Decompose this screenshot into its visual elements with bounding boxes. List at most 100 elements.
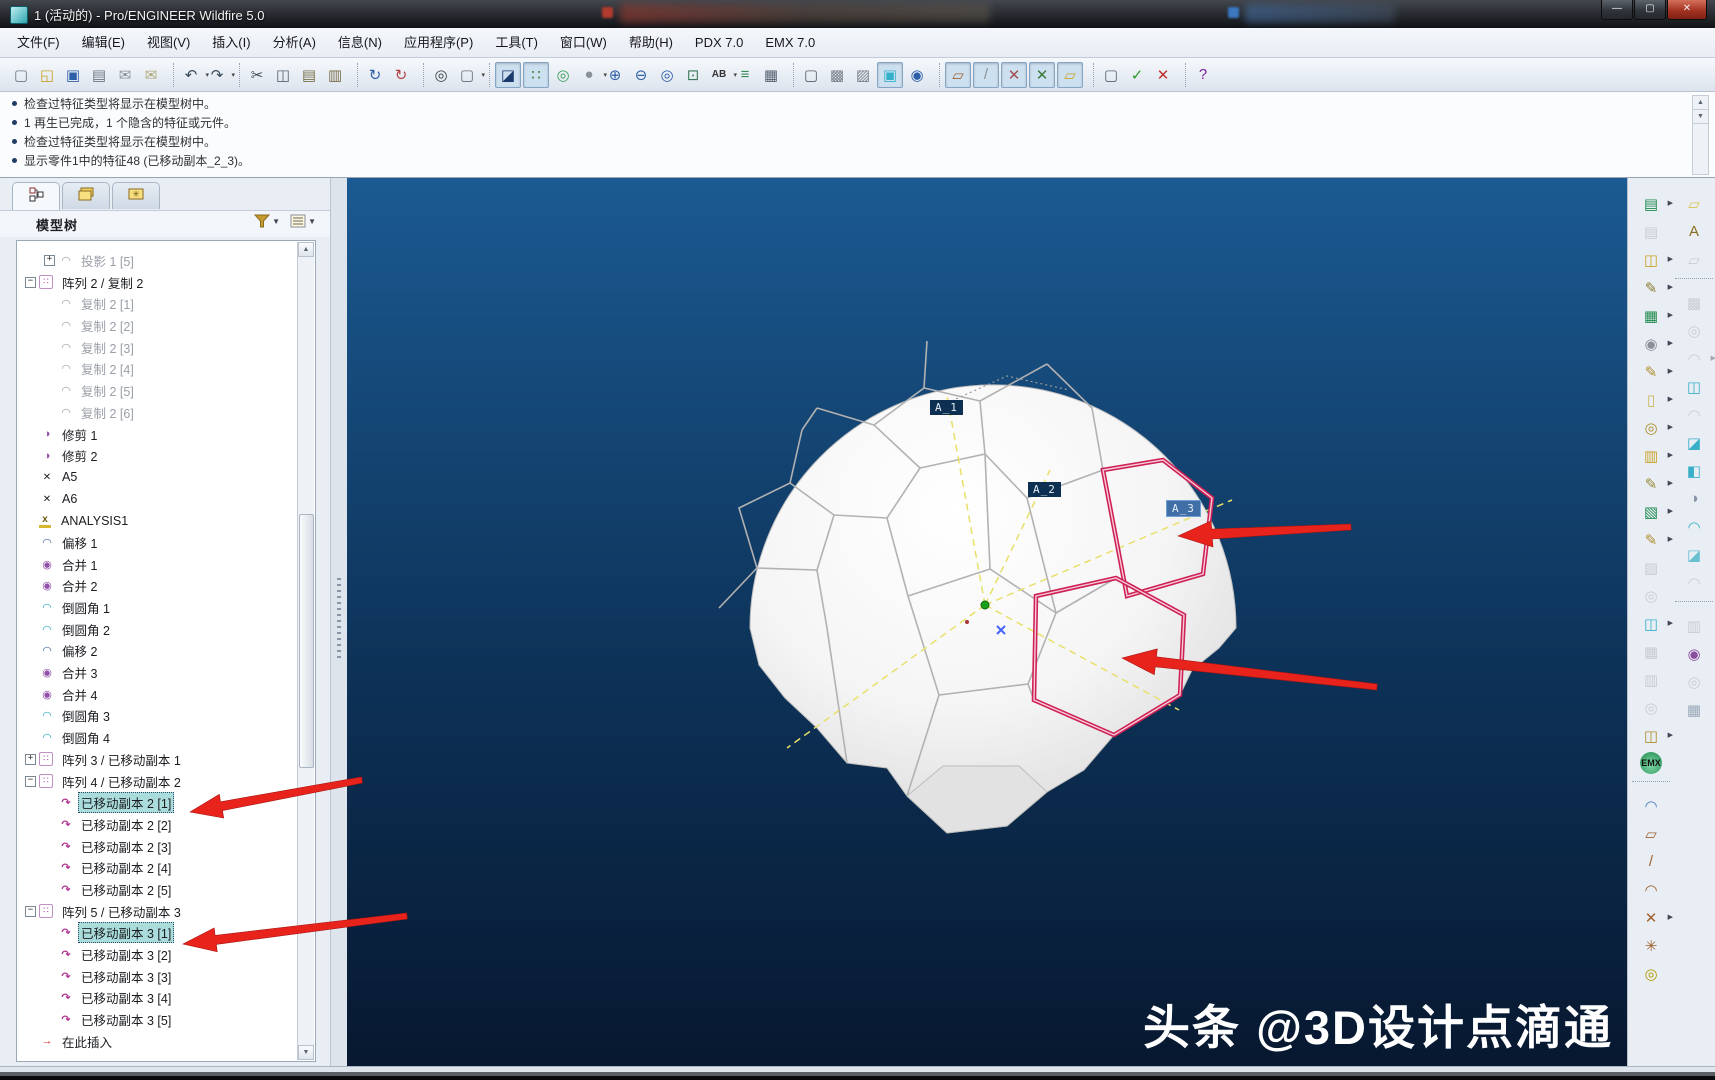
menu-item-帮助h[interactable]: 帮助(H) — [618, 28, 684, 58]
tree-item-修剪-1[interactable]: ◑修剪 1 — [17, 423, 297, 445]
datum-graph-icon[interactable]: ∷ — [523, 62, 549, 88]
annotation-display-icon[interactable]: ▱ — [1057, 62, 1083, 88]
round-tool-icon[interactable]: ◠ — [1682, 403, 1706, 426]
tree-item-已移动副本-3-3-[interactable]: ↷已移动副本 3 [3] — [17, 965, 297, 987]
layers-icon[interactable]: ≡ — [733, 63, 757, 87]
tree-item-修剪-2[interactable]: ◑修剪 2 — [17, 445, 297, 467]
menu-item-pdx70[interactable]: PDX 7.0 — [684, 28, 754, 58]
minimize-button[interactable]: — — [1601, 0, 1633, 20]
inspect-tool-icon[interactable]: ◎ — [1639, 584, 1663, 607]
split-tool-icon[interactable]: ▥ — [1682, 614, 1706, 637]
close-button[interactable]: ✕ — [1667, 0, 1707, 20]
tree-item-复制-2-5-[interactable]: ◠复制 2 [5] — [17, 380, 297, 402]
detail-tool-icon[interactable]: ✎▶ — [1639, 528, 1663, 551]
close-window-icon[interactable]: ✕ — [1151, 63, 1175, 87]
no-hidden-icon[interactable]: ▨ — [851, 63, 875, 87]
machine-tool-icon[interactable]: ▨ — [1639, 556, 1663, 579]
extrude-tool-icon[interactable]: ▩ — [1682, 291, 1706, 314]
merge-tool-icon[interactable]: ◉ — [1682, 642, 1706, 665]
tree-scrollbar[interactable]: ▲ ▼ — [297, 242, 314, 1060]
paste-icon[interactable]: ▤ — [297, 63, 321, 87]
context-help-icon[interactable]: ? — [1191, 63, 1215, 87]
tree-item-在此插入[interactable]: →在此插入 — [17, 1030, 297, 1052]
saved-views-icon[interactable]: AB▾ — [707, 63, 731, 87]
datum-planes-tool-icon[interactable]: ▱ — [1682, 248, 1706, 271]
expand-icon[interactable]: + — [44, 255, 55, 266]
datum-curve-tool-icon[interactable]: ◠ — [1639, 878, 1663, 901]
graphics-viewport[interactable]: A_1 A_2 A_3 头条 @3D设计点滴通 — [347, 178, 1627, 1066]
maximize-button[interactable]: ▢ — [1634, 0, 1666, 20]
tab-favorites[interactable]: ✳ — [112, 182, 160, 209]
menu-item-窗口w[interactable]: 窗口(W) — [549, 28, 618, 58]
datum-axis-tool-icon[interactable]: / — [1639, 850, 1663, 873]
silhouette-tool-icon[interactable]: ✎▶ — [1639, 276, 1663, 299]
menu-item-应用程序p[interactable]: 应用程序(P) — [393, 28, 484, 58]
menu-item-信息n[interactable]: 信息(N) — [327, 28, 393, 58]
mold-layout-tool-icon[interactable]: ▤▶ — [1639, 192, 1663, 215]
mold-base-tool-icon[interactable]: ▦▶ — [1639, 304, 1663, 327]
bushing-tool-icon[interactable]: ▥▶ — [1639, 444, 1663, 467]
boundary-blend-tool-icon[interactable]: ◫ — [1682, 375, 1706, 398]
tree-filter-button[interactable]: ▼ — [254, 214, 280, 228]
tree-item-合并-3[interactable]: ◉合并 3 — [17, 662, 297, 684]
database-tool-icon[interactable]: ◫▶ — [1639, 612, 1663, 635]
plane-display-icon[interactable]: ▱ — [945, 62, 971, 88]
wireframe-icon[interactable]: ▢ — [799, 63, 823, 87]
scroll-down-icon[interactable]: ▼ — [298, 1045, 314, 1060]
axis-label-a1[interactable]: A_1 — [930, 400, 963, 415]
engrave-tool-icon[interactable]: ✎▶ — [1639, 360, 1663, 383]
coordinate-system-tool-icon[interactable]: ✳ — [1639, 934, 1663, 957]
sketch-curve-tool-icon[interactable]: ◠ — [1639, 794, 1663, 817]
collapse-icon[interactable]: − — [25, 776, 36, 787]
tree-item-倒圆角-1[interactable]: ◠倒圆角 1 — [17, 597, 297, 619]
trim-tool-icon[interactable]: ✎▶ — [1639, 472, 1663, 495]
screw-tool-icon[interactable]: ◉▶ — [1639, 332, 1663, 355]
tree-item-倒圆角-4[interactable]: ◠倒圆角 4 — [17, 727, 297, 749]
collapse-icon[interactable]: − — [25, 906, 36, 917]
analysis-tool-icon[interactable]: ◎ — [1639, 962, 1663, 985]
tree-item-倒圆角-3[interactable]: ◠倒圆角 3 — [17, 705, 297, 727]
sketch-display-icon[interactable]: ◪ — [495, 62, 521, 88]
tree-item-已移动副本-3-5-[interactable]: ↷已移动副本 3 [5] — [17, 1009, 297, 1031]
menu-item-文件f[interactable]: 文件(F) — [6, 28, 71, 58]
activate-window-icon[interactable]: ✓ — [1125, 63, 1149, 87]
datum-point-tool-icon[interactable]: ✕▶ — [1639, 906, 1663, 929]
tree-item-复制-2-1-[interactable]: ◠复制 2 [1] — [17, 293, 297, 315]
tree-item-偏移-2[interactable]: ◠偏移 2 — [17, 640, 297, 662]
bom-table-tool-icon[interactable]: ▦ — [1639, 640, 1663, 663]
paste-special-icon[interactable]: ▥ — [323, 63, 347, 87]
email-link-icon[interactable]: ✉ — [139, 63, 163, 87]
datum-plane-tool2-icon[interactable]: ▱ — [1639, 822, 1663, 845]
new-window-icon[interactable]: ▢ — [1099, 63, 1123, 87]
tree-item-倒圆角-2[interactable]: ◠倒圆角 2 — [17, 618, 297, 640]
tree-item-合并-2[interactable]: ◉合并 2 — [17, 575, 297, 597]
tree-item-已移动副本-3-1-[interactable]: ↷已移动副本 3 [1] — [17, 922, 297, 944]
copy-icon[interactable]: ◫ — [271, 63, 295, 87]
chamfer-tool-icon[interactable]: ◪ — [1682, 431, 1706, 454]
table-rows-tool-icon[interactable]: ▥ — [1639, 668, 1663, 691]
redo-icon[interactable]: ↷▾ — [205, 63, 229, 87]
tree-item-复制-2-6-[interactable]: ◠复制 2 [6] — [17, 402, 297, 424]
message-scrollbar[interactable]: ▲ ▼ — [1692, 95, 1709, 175]
tree-item-已移动副本-3-2-[interactable]: ↷已移动副本 3 [2] — [17, 944, 297, 966]
runner-tool-icon[interactable]: ◎▶ — [1639, 416, 1663, 439]
tree-item-合并-1[interactable]: ◉合并 1 — [17, 553, 297, 575]
swept-blend-tool-icon[interactable]: ◠ — [1682, 515, 1706, 538]
offset-tool-icon[interactable]: ◠ — [1682, 571, 1706, 594]
tree-item-clipped[interactable]: ◠ — [17, 240, 297, 250]
tree-item-已移动副本-2-2-[interactable]: ↷已移动副本 2 [2] — [17, 814, 297, 836]
menu-item-插入i[interactable]: 插入(I) — [201, 28, 261, 58]
pillar-tool-icon[interactable]: ▯▶ — [1639, 388, 1663, 411]
tree-item-已移动副本-2-1-[interactable]: ↷已移动副本 2 [1] — [17, 792, 297, 814]
menu-item-视图v[interactable]: 视图(V) — [136, 28, 201, 58]
sketch-tool-icon[interactable]: A — [1682, 220, 1706, 243]
scroll-down-icon[interactable]: ▼ — [1693, 110, 1708, 124]
tree-item-阵列-4-已移动副本-2[interactable]: −∷阵列 4 / 已移动副本 2 — [17, 770, 297, 792]
tree-settings-button[interactable]: ▼ — [290, 214, 316, 228]
tree-item-复制-2-4-[interactable]: ◠复制 2 [4] — [17, 358, 297, 380]
tree-item-偏移-1[interactable]: ◠偏移 1 — [17, 532, 297, 554]
workpiece-tool-icon[interactable]: ▤ — [1639, 220, 1663, 243]
point-display-icon[interactable]: ✕ — [1001, 62, 1027, 88]
warp-tool-icon[interactable]: ◪ — [1682, 543, 1706, 566]
menu-item-工具t[interactable]: 工具(T) — [484, 28, 549, 58]
